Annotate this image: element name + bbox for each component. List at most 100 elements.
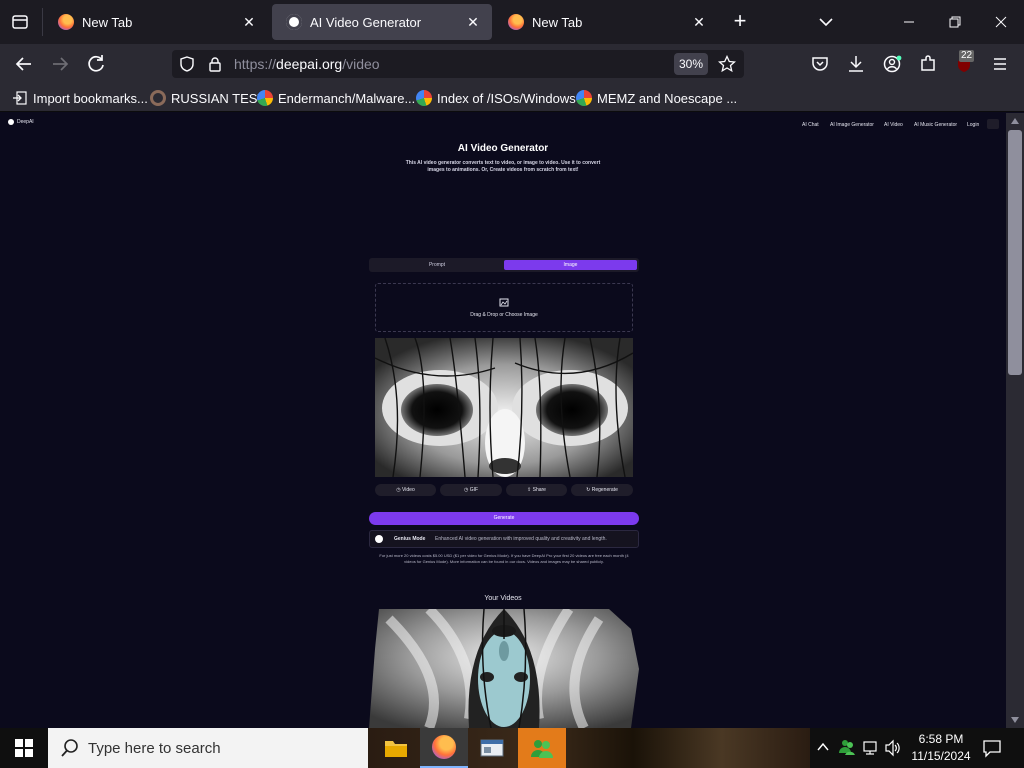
genius-mode-toggle[interactable]: [375, 535, 383, 543]
image-upload-icon: [499, 298, 509, 307]
video-button[interactable]: ◷ Video: [375, 484, 436, 496]
navigation-toolbar: https://deepai.org/video 30% 22: [0, 44, 1024, 84]
tab-image[interactable]: Image: [504, 260, 637, 270]
close-icon[interactable]: ✕: [240, 13, 258, 31]
back-button[interactable]: [10, 50, 38, 78]
genius-mode-label: Genius Mode: [394, 536, 426, 542]
button-label: Regenerate: [591, 487, 618, 493]
tab-new-tab-2[interactable]: New Tab ✕: [494, 4, 718, 40]
generated-image[interactable]: [375, 338, 633, 477]
firefox-window: New Tab ✕ AI Video Generator ✕ New Tab ✕…: [0, 0, 1024, 728]
close-icon[interactable]: ✕: [464, 13, 482, 31]
nav-ai-video[interactable]: AI Video: [884, 122, 903, 128]
people-icon: [531, 740, 553, 758]
bookmark-label: Index of /ISOs/Windows: [437, 90, 576, 106]
restore-button[interactable]: [932, 0, 978, 44]
chevron-up-icon[interactable]: [816, 740, 830, 754]
new-tab-button[interactable]: +: [728, 10, 752, 34]
scrollbar-thumb[interactable]: [1008, 130, 1022, 375]
close-window-button[interactable]: [978, 0, 1024, 44]
bookmark-label: RUSSIAN TEST: [171, 90, 266, 106]
nav-ai-image-generator[interactable]: AI Image Generator: [830, 122, 874, 128]
gif-button[interactable]: ◷ GIF: [440, 484, 502, 496]
nav-ai-music-generator[interactable]: AI Music Generator: [914, 122, 957, 128]
scroll-down-icon[interactable]: [1010, 716, 1020, 724]
bookmark-isos[interactable]: Index of /ISOs/Windows: [416, 89, 576, 107]
firefox-taskbar-button[interactable]: [420, 728, 468, 768]
bookmark-russian-test[interactable]: RUSSIAN TEST: [150, 89, 265, 107]
lock-icon[interactable]: [206, 55, 224, 73]
pocket-button[interactable]: [806, 50, 834, 78]
magnifier-icon: [150, 90, 166, 106]
tab-title: AI Video Generator: [310, 14, 422, 30]
shield-icon[interactable]: [178, 55, 196, 73]
tab-new-tab-1[interactable]: New Tab ✕: [44, 4, 268, 40]
bookmark-endermanch[interactable]: Endermanch/Malware...: [257, 89, 415, 107]
theme-toggle[interactable]: [987, 119, 999, 129]
notification-icon[interactable]: [982, 738, 1002, 758]
downloads-button[interactable]: [842, 50, 870, 78]
subtitle-line: This AI video generator converts text to…: [405, 160, 601, 166]
firefox-view-button[interactable]: [8, 10, 32, 34]
people-app-taskbar-button[interactable]: [518, 728, 566, 768]
mode-tabs: Prompt Image: [369, 258, 639, 272]
bookmark-star-icon[interactable]: [718, 55, 736, 73]
ublock-extension-button[interactable]: 22: [952, 50, 980, 78]
tab-ai-video-generator[interactable]: AI Video Generator ✕: [272, 4, 492, 40]
minimize-button[interactable]: [886, 0, 932, 44]
download-icon: [849, 56, 863, 72]
tab-prompt[interactable]: Prompt: [371, 260, 503, 270]
generate-button[interactable]: Generate: [369, 512, 639, 525]
tab-strip: New Tab ✕ AI Video Generator ✕ New Tab ✕…: [0, 0, 1024, 44]
volume-icon[interactable]: [884, 739, 902, 757]
file-explorer-taskbar-button[interactable]: [372, 728, 420, 768]
genius-mode-row: Genius Mode Enhanced AI video generation…: [369, 530, 639, 548]
button-label: Video: [402, 487, 415, 493]
url-domain: deepai.org: [276, 56, 343, 72]
tab-separator: [42, 8, 43, 36]
hamburger-menu-icon: [994, 58, 1006, 70]
firefox-icon: [508, 14, 524, 30]
scroll-up-icon[interactable]: [1010, 117, 1020, 125]
google-icon: [576, 90, 592, 106]
pricing-line: videos for Genius Mode). More informatio…: [404, 559, 604, 564]
page-title: AI Video Generator: [457, 143, 549, 154]
reload-button[interactable]: [82, 50, 110, 78]
url-path: /video: [342, 56, 380, 72]
arrow-right-icon: [53, 57, 69, 71]
forward-button[interactable]: [46, 50, 74, 78]
firefox-view-icon: [12, 15, 28, 29]
url-text[interactable]: https://deepai.org/video: [234, 56, 380, 72]
people-tray-icon[interactable]: [838, 738, 856, 756]
site-logo[interactable]: DeepAI: [8, 119, 34, 125]
reload-icon: [88, 55, 104, 72]
import-icon: [13, 91, 27, 105]
taskbar-search-box[interactable]: Type here to search: [48, 728, 368, 768]
address-bar[interactable]: https://deepai.org/video 30%: [172, 50, 744, 78]
bookmark-import[interactable]: Import bookmarks...: [12, 89, 148, 107]
your-videos-heading: Your Videos: [484, 595, 522, 602]
close-icon[interactable]: ✕: [690, 13, 708, 31]
windows-taskbar: Type here to search 6:58 PM 11/15/2024: [0, 728, 1024, 768]
menu-button[interactable]: [986, 50, 1014, 78]
account-button[interactable]: [878, 50, 906, 78]
regenerate-button[interactable]: ↻ Regenerate: [571, 484, 633, 496]
extensions-button[interactable]: [914, 50, 942, 78]
app-taskbar-button[interactable]: [468, 728, 516, 768]
video-thumbnail[interactable]: [369, 609, 639, 728]
bookmark-memz[interactable]: MEMZ and Noescape ...: [576, 89, 737, 107]
face-closeup-image: [375, 338, 633, 477]
nav-ai-chat[interactable]: AI Chat: [802, 122, 819, 128]
window-app-icon: [480, 739, 504, 757]
share-button[interactable]: ⇪ Share: [506, 484, 567, 496]
search-icon: [61, 739, 78, 757]
image-dropzone[interactable]: Drag & Drop or Choose Image: [375, 283, 633, 332]
network-icon[interactable]: [862, 739, 880, 757]
nav-login[interactable]: Login: [967, 122, 979, 128]
zoom-level-button[interactable]: 30%: [674, 53, 708, 75]
start-button[interactable]: [0, 728, 48, 768]
clock[interactable]: 6:58 PM 11/15/2024: [906, 731, 976, 765]
logo-text: DeepAI: [17, 119, 34, 125]
list-all-tabs-button[interactable]: [814, 10, 838, 34]
pocket-icon: [812, 57, 828, 71]
